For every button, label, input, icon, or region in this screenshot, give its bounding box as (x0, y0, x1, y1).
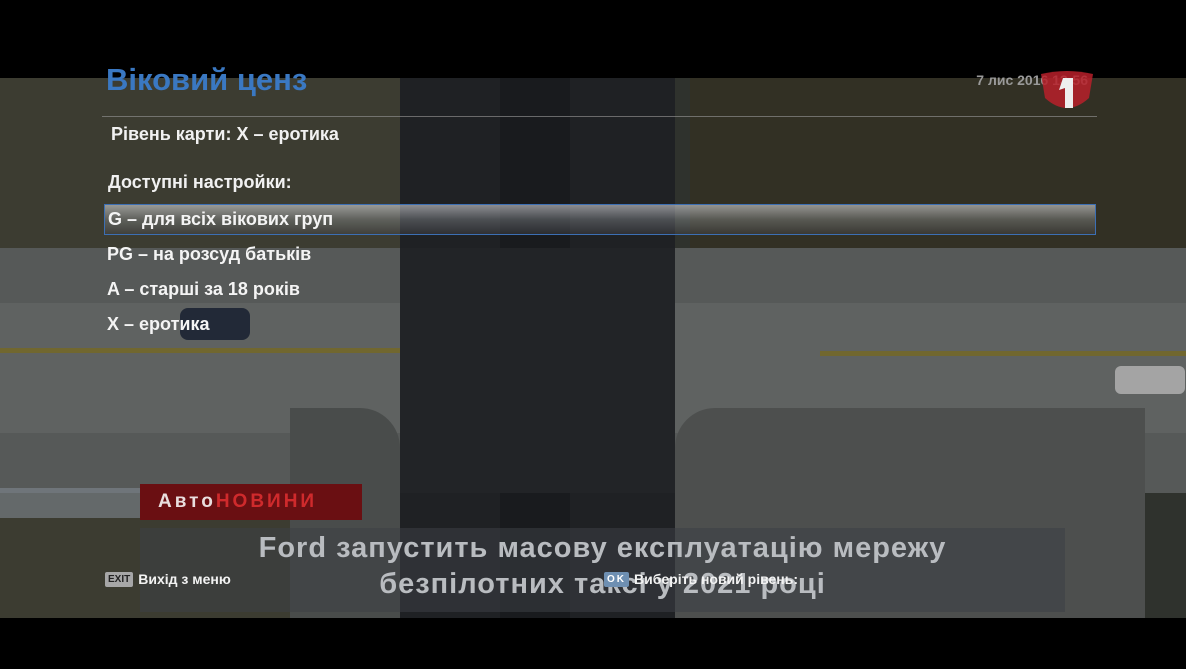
available-settings-label: Доступні настройки: (108, 172, 292, 192)
news-badge: АвтоНОВИНИ (140, 484, 362, 520)
rating-options-list: G – для всіх вікових груп PG – на розсуд… (104, 204, 1096, 344)
news-ticker: Ford запустить масову експлуатацію мереж… (140, 528, 1065, 612)
option-pg[interactable]: PG – на розсуд батьків (104, 239, 1096, 270)
news-badge-prefix: Авто (158, 491, 216, 512)
ok-hint-label: Виберіть новий рівень: (634, 571, 799, 587)
option-g[interactable]: G – для всіх вікових груп (104, 204, 1096, 235)
channel-1-logo-icon (1041, 71, 1093, 108)
option-x[interactable]: X – еротика (104, 309, 1096, 340)
option-a[interactable]: A – старші за 18 років (104, 274, 1096, 305)
card-level-text: Рівень карти: X – еротика (111, 124, 339, 144)
news-line-2: безпілотних таксі у 2021 році (379, 568, 826, 600)
exit-hint-label: Вихід з меню (138, 571, 231, 587)
news-badge-suffix: НОВИНИ (215, 491, 318, 512)
header-divider (102, 116, 1097, 117)
tv-screen: АвтоНОВИНИ Ford запустить масову експлуа… (0, 0, 1186, 669)
news-line-1: Ford запустить масову експлуатацію мереж… (258, 532, 947, 564)
exit-hint[interactable]: EXIT Вихід з меню (105, 571, 231, 587)
page-title: Віковий ценз (106, 62, 308, 97)
ok-hint[interactable]: OK Виберіть новий рівень: (604, 571, 798, 587)
exit-key-icon: EXIT (105, 571, 134, 587)
ok-key-icon: OK (604, 571, 629, 587)
